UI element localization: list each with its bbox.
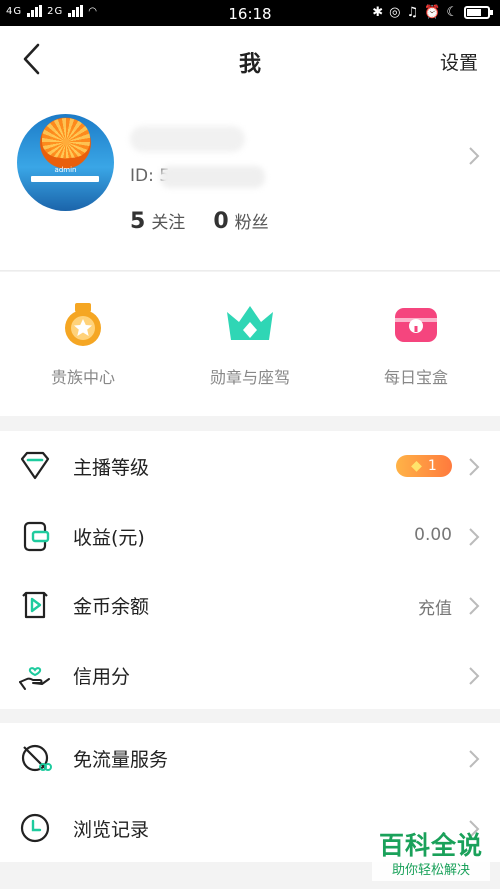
chevron-right-icon (469, 458, 480, 476)
menu-item-coin-balance[interactable]: 金币余额 充值 (0, 570, 500, 640)
hand-heart-icon (19, 666, 50, 690)
follow-stats: 5 关注 0 粉丝 (130, 208, 269, 234)
menu-item-credit-score[interactable]: 信用分 (0, 640, 500, 710)
battery-icon (464, 6, 493, 19)
flower-image (42, 118, 90, 158)
avatar[interactable]: admin (17, 114, 114, 211)
bluetooth-icon: ✱ (372, 5, 384, 20)
diamond-icon (20, 451, 50, 480)
quick-action-noble-center[interactable]: 贵族中心 (0, 302, 166, 388)
menu-item-label: 信用分 (73, 665, 131, 688)
chevron-right-icon (469, 750, 480, 768)
alarm-icon: ⏰ (424, 5, 441, 20)
status-bar: 4G 2G ◠ 16:18 ✱ ◎ ♫ ⏰ ☾ (0, 0, 500, 26)
menu-item-free-data[interactable]: 免流量服务 (0, 723, 500, 793)
headset-icon: ◎ (389, 5, 401, 20)
menu-item-label: 浏览记录 (73, 818, 150, 841)
following-count[interactable]: 5 (130, 209, 145, 234)
page-title: 我 (238, 52, 261, 77)
quick-action-label: 每日宝盒 (383, 368, 448, 387)
chevron-right-icon (469, 666, 480, 685)
quick-action-label: 勋章与座驾 (209, 368, 290, 387)
wallet-icon (23, 521, 50, 551)
followers-label[interactable]: 粉丝 (235, 208, 269, 233)
quick-action-medals-mounts[interactable]: 勋章与座驾 (167, 302, 333, 388)
menu-item-label: 免流量服务 (73, 749, 169, 771)
moon-icon: ☾ (446, 5, 458, 20)
recharge-link[interactable]: 充值 (418, 594, 452, 619)
level-value: 1 (427, 458, 437, 474)
avatar-password-bar (31, 176, 99, 182)
chevron-right-icon[interactable] (468, 146, 480, 166)
profile-card[interactable]: admin ID: 5 5 关注 0 粉丝 (0, 96, 500, 271)
chevron-right-icon (469, 527, 480, 546)
top-nav: 我 设置 (0, 26, 500, 96)
user-id-blurred (160, 166, 265, 188)
menu-item-label: 金币余额 (73, 596, 150, 618)
diamond-icon: ◆ (411, 458, 422, 474)
status-icons: ✱ ◎ ♫ ⏰ ☾ (372, 5, 493, 20)
treasure-box-icon (395, 308, 437, 342)
earnings-value: 0.00 (414, 524, 452, 545)
menu-item-label: 收益(元) (73, 526, 145, 549)
menu-item-earnings[interactable]: 收益(元) 0.00 (0, 501, 500, 571)
free-data-icon (21, 744, 52, 772)
medal-icon (65, 303, 101, 346)
quick-action-daily-box[interactable]: 每日宝盒 (333, 302, 499, 388)
crown-icon (227, 306, 273, 340)
watermark-title: 百科全说 (378, 831, 483, 860)
followers-count[interactable]: 0 (213, 209, 228, 234)
menu-item-label: 主播等级 (73, 457, 150, 479)
quick-actions: 贵族中心 勋章与座驾 每日宝盒 (0, 272, 500, 416)
menu-item-anchor-level[interactable]: 主播等级 ◆ 1 (0, 431, 500, 501)
username-blurred (130, 126, 245, 152)
mute-bell-icon: ♫ (406, 5, 419, 20)
level-badge: ◆ 1 (396, 455, 452, 477)
following-label[interactable]: 关注 (151, 208, 185, 233)
watermark: 百科全说 助你轻松解决 (372, 831, 490, 881)
chevron-right-icon (469, 597, 480, 615)
settings-button[interactable]: 设置 (440, 48, 478, 75)
coin-play-icon (22, 591, 48, 619)
menu-group-1: 主播等级 ◆ 1 收益(元) 0.00 金币余额 充值 信用分 (0, 431, 500, 709)
quick-action-label: 贵族中心 (50, 368, 115, 387)
watermark-subtitle: 助你轻松解决 (372, 861, 490, 881)
clock-icon (20, 813, 50, 842)
avatar-caption: admin (54, 166, 77, 174)
